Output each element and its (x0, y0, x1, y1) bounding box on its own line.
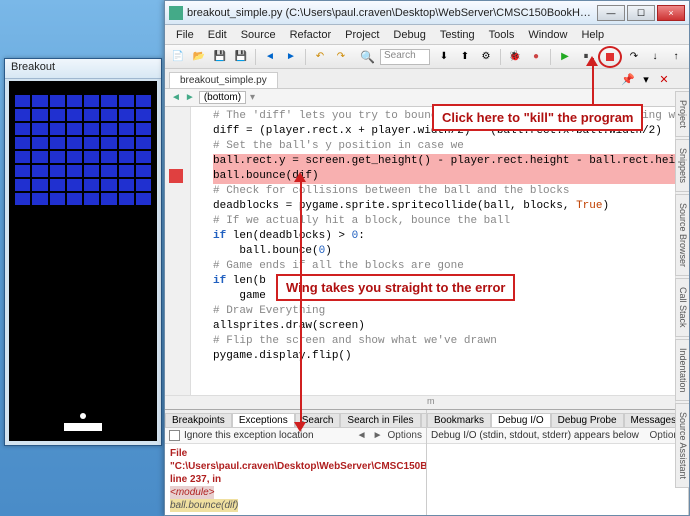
tab-search[interactable]: Search (295, 413, 341, 427)
search-icon: 🔍 (360, 50, 375, 64)
ignore-checkbox[interactable] (169, 430, 180, 441)
menu-testing[interactable]: Testing (433, 27, 482, 43)
menu-source[interactable]: Source (234, 27, 283, 43)
breakout-window: Breakout (4, 58, 162, 446)
pause-icon[interactable]: ⏸ (577, 48, 595, 66)
tab-close-icon[interactable]: ✕ (657, 73, 671, 87)
gutter[interactable] (165, 107, 191, 395)
minimize-button[interactable]: — (597, 5, 625, 21)
exceptions-panel: Breakpoints Exceptions Search Search in … (165, 410, 427, 515)
options-dropdown[interactable]: Options (388, 430, 422, 441)
debug-io-label: Debug I/O (stdin, stdout, stderr) appear… (431, 430, 639, 441)
menu-refactor[interactable]: Refactor (283, 27, 339, 43)
undo-icon[interactable]: ↶ (311, 48, 329, 66)
breakout-canvas (9, 81, 157, 441)
tab-search-in-files[interactable]: Search in Files (340, 413, 420, 427)
menu-project[interactable]: Project (338, 27, 386, 43)
exception-body[interactable]: File "C:\Users\paul.craven\Desktop\WebSe… (165, 444, 426, 515)
ide-titlebar[interactable]: breakout_simple.py (C:\Users\paul.craven… (165, 1, 689, 25)
menu-help[interactable]: Help (574, 27, 611, 43)
bottom-panels: Breakpoints Exceptions Search Search in … (165, 409, 689, 515)
nav-fwd-icon[interactable]: ► (185, 92, 195, 103)
menubar: File Edit Source Refactor Project Debug … (165, 25, 689, 45)
side-source-assistant[interactable]: Source Assistant (675, 403, 689, 488)
stop-button-highlight (598, 46, 622, 68)
ide-title-text: breakout_simple.py (C:\Users\paul.craven… (187, 7, 595, 19)
menu-tools[interactable]: Tools (482, 27, 522, 43)
scope-dropdown[interactable]: (bottom) (199, 91, 246, 104)
search-up-icon[interactable]: ⬆ (456, 48, 474, 66)
maximize-button[interactable]: ☐ (627, 5, 655, 21)
side-indentation[interactable]: Indentation (675, 339, 689, 402)
nav-back-icon[interactable]: ◄ (171, 92, 181, 103)
trace-next-icon[interactable]: ► (372, 430, 384, 441)
stop-icon (606, 53, 614, 61)
step-in-icon[interactable]: ↓ (646, 48, 664, 66)
pin-icon[interactable]: 📌 (621, 73, 635, 87)
breakout-titlebar[interactable]: Breakout (5, 59, 161, 79)
trace-call: ball.bounce(dif) (170, 499, 238, 512)
trace-prev-icon[interactable]: ◄ (356, 430, 368, 441)
new-file-icon[interactable]: 📄 (169, 48, 187, 66)
stop-button[interactable] (601, 48, 619, 66)
save-all-icon[interactable]: 💾 (232, 48, 250, 66)
open-icon[interactable]: 📂 (190, 48, 208, 66)
wing-logo-icon (169, 6, 183, 20)
redo-icon[interactable]: ↷ (332, 48, 350, 66)
step-out-icon[interactable]: ↑ (667, 48, 685, 66)
editor-tab[interactable]: breakout_simple.py (169, 72, 278, 88)
brick-grid (15, 95, 151, 205)
horizontal-scrollbar[interactable] (165, 395, 689, 409)
run-icon[interactable]: ▶ (556, 48, 574, 66)
debug-icon[interactable]: 🐞 (506, 48, 524, 66)
ignore-label: Ignore this exception location (184, 430, 314, 441)
code-editor[interactable]: # The 'diff' lets you try to bounce the … (165, 107, 689, 395)
ball (80, 413, 86, 419)
tab-bookmarks[interactable]: Bookmarks (427, 413, 491, 427)
step-over-icon[interactable]: ↷ (625, 48, 643, 66)
breakpoint-icon[interactable]: ● (527, 48, 545, 66)
editor-tabbar: breakout_simple.py (165, 69, 689, 89)
debug-io-panel: Bookmarks Debug I/O Debug Probe Messages… (427, 410, 689, 515)
trace-module: <module> (170, 486, 214, 499)
tab-debug-io[interactable]: Debug I/O (491, 413, 551, 427)
side-source-browser[interactable]: Source Browser (675, 194, 689, 276)
side-tabs: Project Snippets Source Browser Call Sta… (675, 91, 689, 515)
editor-nav: ◄ ► (bottom) ▾ (165, 89, 689, 107)
tab-breakpoints[interactable]: Breakpoints (165, 413, 232, 427)
debug-io-body[interactable] (427, 444, 688, 515)
tab-stack-data[interactable]: Stack Data (421, 413, 426, 427)
save-icon[interactable]: 💾 (211, 48, 229, 66)
close-button[interactable]: × (657, 5, 685, 21)
side-snippets[interactable]: Snippets (675, 139, 689, 192)
error-marker-icon[interactable] (169, 169, 183, 183)
side-project[interactable]: Project (675, 91, 689, 137)
tab-exceptions[interactable]: Exceptions (232, 413, 295, 427)
ide-window: breakout_simple.py (C:\Users\paul.craven… (164, 0, 690, 516)
menu-file[interactable]: File (169, 27, 201, 43)
side-call-stack[interactable]: Call Stack (675, 278, 689, 337)
editor-area: # The 'diff' lets you try to bounce the … (165, 107, 689, 515)
forward-icon[interactable]: ► (282, 48, 300, 66)
search-down-icon[interactable]: ⬇ (435, 48, 453, 66)
chevron-down-icon[interactable]: ▾ (250, 92, 255, 103)
search-opts-icon[interactable]: ⚙ (477, 48, 495, 66)
dropdown-icon[interactable]: ▾ (639, 73, 653, 87)
search-input[interactable]: Search (380, 49, 430, 65)
menu-window[interactable]: Window (521, 27, 574, 43)
tab-debug-probe[interactable]: Debug Probe (551, 413, 624, 427)
menu-debug[interactable]: Debug (386, 27, 432, 43)
back-icon[interactable]: ◄ (261, 48, 279, 66)
toolbar: 📄 📂 💾 💾 ◄ ► ↶ ↷ 🔍 Search ⬇ ⬆ ⚙ 🐞 ● ▶ ⏸ ↷… (165, 45, 689, 69)
menu-edit[interactable]: Edit (201, 27, 234, 43)
paddle (64, 423, 102, 431)
